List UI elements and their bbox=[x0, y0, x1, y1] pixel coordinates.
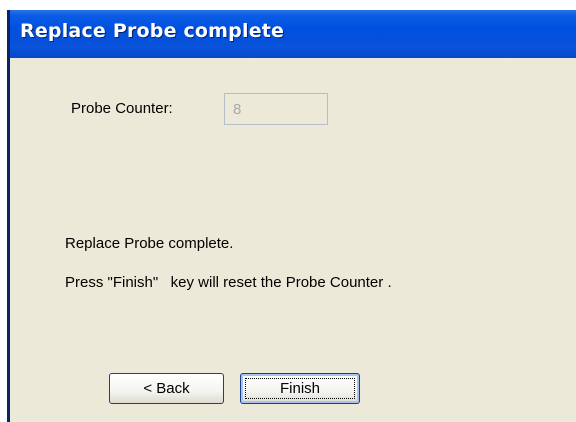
probe-counter-label: Probe Counter: bbox=[71, 100, 173, 117]
dialog-title: Replace Probe complete bbox=[20, 20, 285, 42]
reset-instruction-message: Press "Finish" key will reset the Probe … bbox=[65, 274, 392, 291]
wizard-dialog: Replace Probe complete Probe Counter: 8 … bbox=[7, 10, 576, 422]
finish-button[interactable]: Finish bbox=[240, 373, 360, 404]
completion-message: Replace Probe complete. bbox=[65, 235, 234, 252]
title-bar[interactable]: Replace Probe complete bbox=[10, 10, 576, 58]
dialog-content: Probe Counter: 8 Replace Probe complete.… bbox=[10, 58, 576, 422]
back-button[interactable]: < Back bbox=[109, 373, 224, 404]
finish-button-label: Finish bbox=[279, 380, 320, 397]
probe-counter-field: 8 bbox=[224, 93, 328, 125]
back-button-label: < Back bbox=[143, 380, 190, 397]
